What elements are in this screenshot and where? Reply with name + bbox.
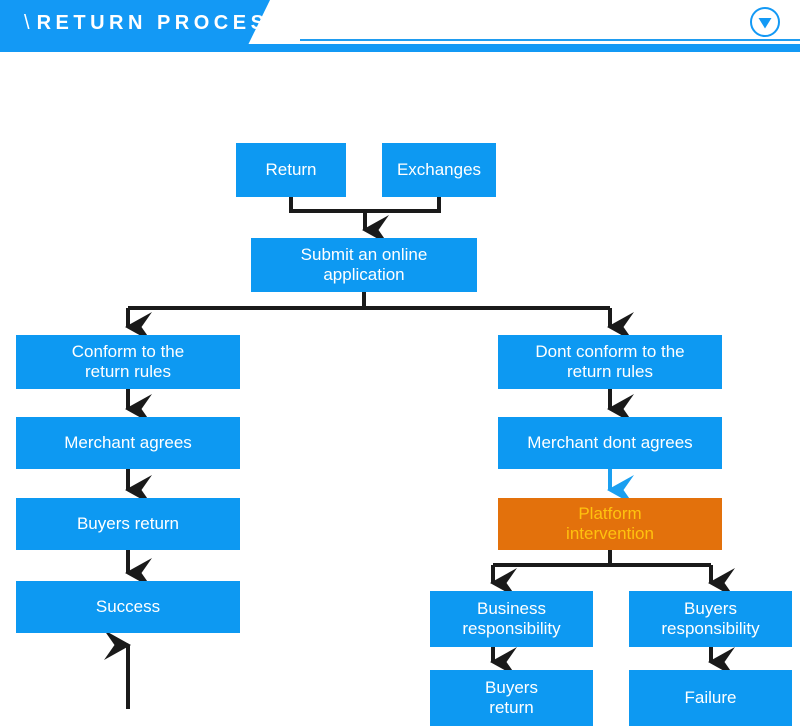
node-exchanges[interactable]: Exchanges — [382, 143, 496, 197]
node-buyers-return-left[interactable]: Buyers return — [16, 498, 240, 550]
title-slash-mark: \ — [24, 12, 30, 34]
node-business-responsibility[interactable]: Business responsibility — [430, 591, 593, 647]
node-merchant-agrees[interactable]: Merchant agrees — [16, 417, 240, 469]
node-buyers-return-right[interactable]: Buyers return — [430, 670, 593, 726]
node-buyers-responsibility[interactable]: Buyers responsibility — [629, 591, 792, 647]
header-banner-base — [0, 44, 256, 52]
node-success[interactable]: Success — [16, 581, 240, 633]
node-submit-online-application[interactable]: Submit an online application — [251, 238, 477, 292]
node-platform-intervention[interactable]: Platform intervention — [498, 498, 722, 550]
node-conform-to-return-rules[interactable]: Conform to the return rules — [16, 335, 240, 389]
page-title-text: RETURN PROCESS — [36, 12, 287, 34]
return-process-flowchart: Return Exchanges Submit an online applic… — [0, 54, 800, 726]
node-return[interactable]: Return — [236, 143, 346, 197]
node-failure[interactable]: Failure — [629, 670, 792, 726]
edge-return-exchanges-join — [289, 197, 441, 213]
page-header: \ RETURN PROCESS — [0, 0, 800, 54]
node-merchant-dont-agrees[interactable]: Merchant dont agrees — [498, 417, 722, 469]
node-dont-conform-to-return-rules[interactable]: Dont conform to the return rules — [498, 335, 722, 389]
chevron-down-circle-icon[interactable] — [749, 6, 781, 38]
header-rule-thin — [300, 39, 800, 41]
page-title: \ RETURN PROCESS — [24, 9, 286, 37]
